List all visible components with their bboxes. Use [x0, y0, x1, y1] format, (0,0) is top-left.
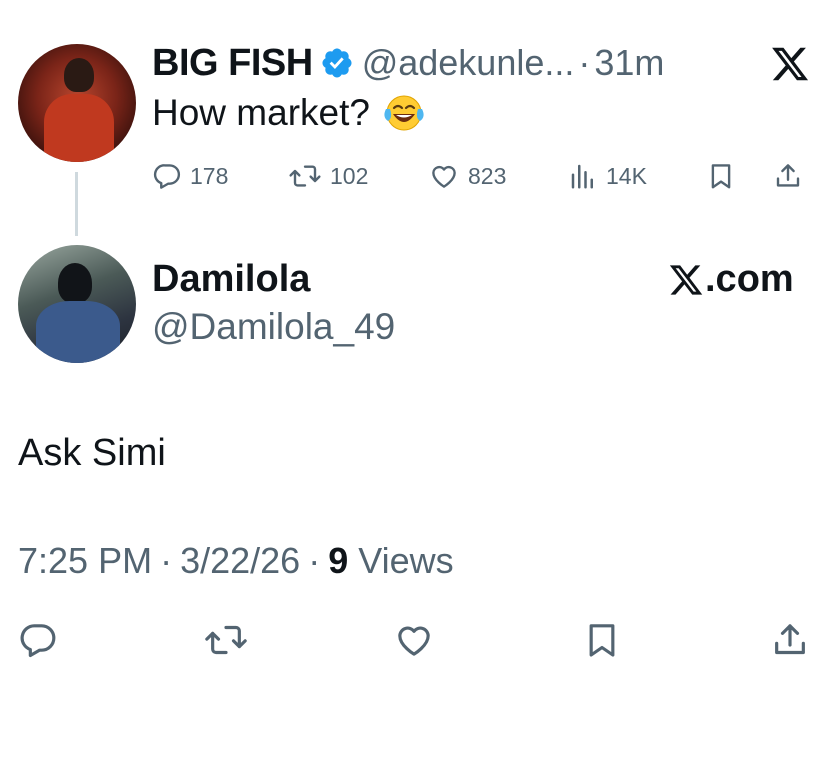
parent-repost-button[interactable]: 102	[288, 161, 368, 191]
like-icon	[432, 165, 456, 188]
parent-share-button[interactable]	[772, 161, 804, 191]
reply-repost-button[interactable]	[204, 620, 248, 665]
reply-date[interactable]: 3/22/26	[180, 540, 300, 582]
face-with-tears-of-joy-icon	[382, 93, 426, 133]
bookmark-icon	[711, 164, 731, 189]
reply-like-button[interactable]	[393, 620, 435, 665]
parent-like-button[interactable]: 823	[428, 161, 506, 191]
parent-action-bar: 178 102 823 14K	[0, 157, 828, 197]
share-icon	[775, 624, 805, 655]
reply-time[interactable]: 7:25 PM	[18, 540, 152, 582]
parent-tweet-header: BIG FISH @adekunle... · 31m	[152, 38, 664, 88]
avatar-head-shape	[58, 263, 92, 303]
reply-share-button[interactable]	[769, 620, 811, 665]
parent-reply-button[interactable]: 178	[152, 161, 228, 191]
reply-count: 178	[190, 162, 229, 189]
reply-display-name[interactable]: Damilola	[152, 258, 310, 301]
separator-dot: ·	[308, 540, 321, 581]
separator-dot: ·	[160, 540, 173, 581]
parent-display-name[interactable]: BIG FISH	[152, 42, 313, 85]
parent-bookmark-button[interactable]	[706, 161, 736, 191]
reply-tweet-text: Ask Simi	[18, 432, 166, 474]
reply-avatar[interactable]	[18, 245, 136, 363]
avatar-body-shape	[44, 94, 114, 162]
bookmark-icon	[589, 624, 615, 657]
reply-reply-button[interactable]	[18, 620, 58, 665]
avatar-body-shape	[36, 301, 120, 363]
separator-dot: ·	[578, 42, 591, 83]
reply-action-bar	[0, 620, 828, 666]
share-icon	[776, 164, 800, 187]
parent-tweet-text: How market?	[152, 92, 426, 134]
reply-handle[interactable]: @Damilola_49	[152, 306, 395, 348]
x-com-branding: .com	[668, 258, 794, 301]
reply-views-count: 9	[328, 540, 349, 581]
x-logo-icon[interactable]	[770, 44, 810, 84]
reply-icon	[20, 624, 56, 658]
like-icon	[398, 626, 430, 656]
parent-avatar[interactable]	[18, 44, 136, 162]
parent-handle[interactable]: @adekunle...	[362, 42, 575, 84]
repost-icon	[289, 165, 321, 187]
repost-icon	[205, 625, 247, 655]
avatar-head-shape	[64, 58, 94, 92]
reply-meta-line: 7:25 PM · 3/22/26 · 9 Views	[18, 540, 454, 582]
parent-views-button[interactable]: 14K	[568, 161, 647, 191]
views-count: 14K	[606, 162, 647, 189]
repost-count: 102	[330, 162, 369, 189]
parent-tweet-body: How market?	[152, 92, 370, 133]
views-icon	[571, 164, 593, 189]
like-count: 823	[468, 162, 507, 189]
verified-badge-icon	[320, 46, 354, 80]
reply-icon	[153, 164, 181, 189]
reply-views-label: Views	[358, 540, 454, 581]
site-label: .com	[705, 258, 794, 300]
parent-timestamp[interactable]: 31m	[594, 42, 664, 84]
reply-bookmark-button[interactable]	[582, 620, 622, 665]
x-logo-icon	[669, 264, 703, 295]
